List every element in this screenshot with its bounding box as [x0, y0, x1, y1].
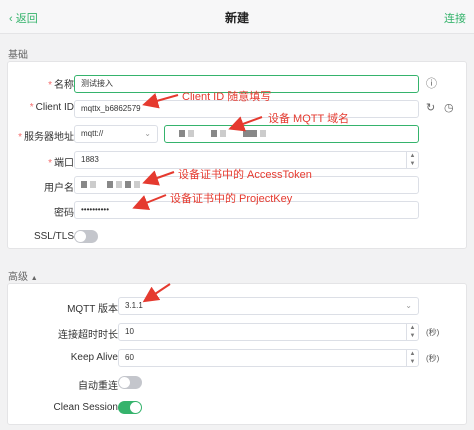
username-label: 用户名 [44, 183, 74, 194]
top-bar: ‹ 返回 新建 连接 [0, 0, 474, 34]
clean-session-label: Clean Session [53, 402, 118, 413]
info-icon[interactable]: ⓘ [426, 75, 437, 91]
timeout-stepper[interactable]: ▲ ▼ [406, 324, 418, 340]
protocol-select[interactable]: mqtt:// ⌄ [74, 125, 158, 143]
timeout-unit: (秒) [426, 328, 440, 337]
keep-alive-label: Keep Alive [70, 352, 118, 363]
clean-session-toggle[interactable] [118, 401, 142, 414]
port-label: * 端口 [48, 158, 74, 169]
basic-section-title: 基础 [8, 50, 28, 61]
annotation-access-token: 设备证书中的 AccessToken [178, 169, 312, 181]
chevron-up-icon[interactable]: ▲ [407, 350, 418, 358]
connect-button[interactable]: 连接 [444, 10, 466, 26]
mqtt-version-select[interactable]: 3.1.1 ⌄ [118, 297, 419, 315]
mqtt-version-label: MQTT 版本 [67, 304, 118, 315]
password-label: 密码 [54, 208, 74, 219]
port-value: 1883 [81, 155, 99, 164]
chevron-down-icon[interactable]: ▼ [407, 332, 418, 340]
timeout-value: 10 [125, 327, 134, 336]
protocol-value: mqtt:// [81, 129, 104, 138]
mqtt-version-value: 3.1.1 [125, 301, 143, 310]
chevron-up-icon: ▲ [30, 275, 38, 282]
name-label: * 名称 [48, 80, 74, 91]
auto-reconnect-toggle[interactable] [118, 376, 142, 389]
chevron-up-icon[interactable]: ▲ [407, 152, 418, 160]
host-input[interactable] [164, 125, 419, 143]
keep-alive-unit: (秒) [426, 354, 440, 363]
timeout-label: 连接超时时长 [58, 330, 118, 341]
advanced-panel: MQTT 版本 3.1.1 ⌄ 连接超时时长 10 ▲ ▼ (秒) Keep Ali… [7, 283, 467, 425]
ssl-label: SSL/TLS [33, 231, 74, 242]
port-stepper[interactable]: ▲ ▼ [406, 152, 418, 168]
clock-icon[interactable]: ◷ [444, 101, 454, 114]
host-label: * 服务器地址 [18, 132, 74, 143]
chevron-down-icon: ⌄ [405, 301, 412, 310]
annotation-domain: 设备 MQTT 域名 [268, 113, 350, 125]
chevron-down-icon[interactable]: ▼ [407, 160, 418, 168]
advanced-section-title[interactable]: 高级 ▲ [8, 268, 38, 283]
annotation-project-key: 设备证书中的 ProjectKey [170, 193, 293, 205]
chevron-down-icon[interactable]: ▼ [407, 358, 418, 366]
annotation-client-id: Client ID 随意填写 [182, 91, 272, 103]
keep-alive-value: 60 [125, 353, 134, 362]
keep-alive-stepper[interactable]: ▲ ▼ [406, 350, 418, 366]
chevron-up-icon[interactable]: ▲ [407, 324, 418, 332]
refresh-icon[interactable]: ↻ [426, 101, 435, 114]
ssl-toggle[interactable] [74, 230, 98, 243]
chevron-down-icon: ⌄ [144, 129, 151, 138]
keep-alive-input[interactable]: 60 ▲ ▼ [118, 349, 419, 367]
auto-reconnect-label: 自动重连 [78, 381, 118, 392]
page-title: 新建 [224, 11, 249, 25]
timeout-input[interactable]: 10 ▲ ▼ [118, 323, 419, 341]
client-id-label: * Client ID [29, 102, 74, 113]
